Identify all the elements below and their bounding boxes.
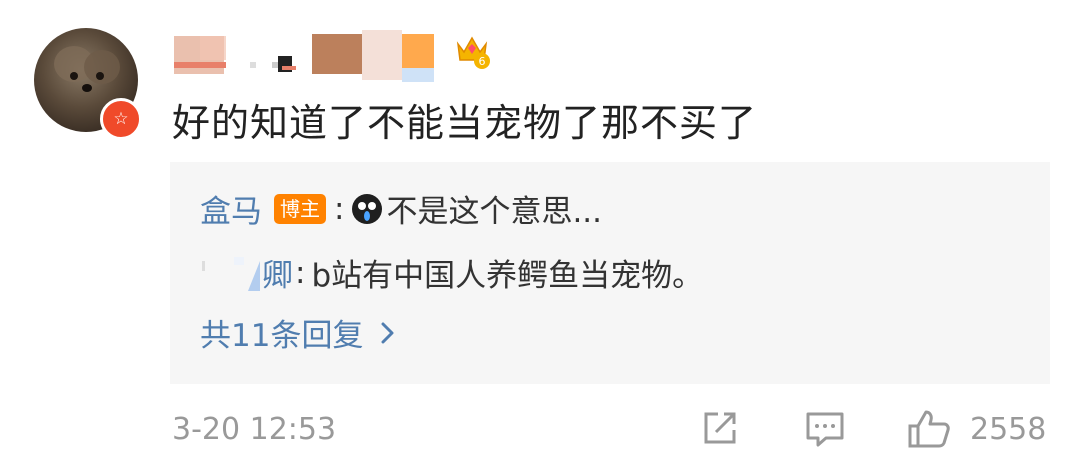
view-all-replies-label: 共11条回复 xyxy=(200,318,364,354)
share-icon[interactable] xyxy=(700,408,740,448)
avatar-eye xyxy=(70,72,78,80)
comment-text: 好的知道了不能当宠物了那不买了 xyxy=(172,101,758,145)
vip-badge-icon: ☆ xyxy=(100,98,142,140)
level-number: 6 xyxy=(479,55,486,68)
reply-separator: : xyxy=(295,254,306,291)
reply-author[interactable]: 盒马 xyxy=(200,186,262,231)
chevron-right-icon xyxy=(381,322,394,343)
username-obscured[interactable] xyxy=(170,22,490,82)
like-count: 2558 xyxy=(970,412,1047,447)
avatar-eye xyxy=(96,72,104,80)
reply-item[interactable]: 盒马 博主 : 不是这个意思... xyxy=(200,186,602,231)
like-icon[interactable] xyxy=(906,408,952,450)
reply-item[interactable]: 卿 : b站有中国人养鳄鱼当宠物。 xyxy=(200,250,703,295)
reply-separator: : xyxy=(334,190,345,227)
comment-timestamp: 3-20 12:53 xyxy=(172,412,337,447)
crying-emoji-icon xyxy=(352,193,383,224)
crown-level-icon: 6 xyxy=(456,36,490,69)
avatar-nose xyxy=(82,84,92,92)
reply-text: 不是这个意思... xyxy=(386,194,603,230)
view-all-replies-link[interactable]: 共11条回复 xyxy=(200,310,403,355)
comment-icon[interactable] xyxy=(804,408,846,448)
host-tag-badge: 博主 xyxy=(274,193,326,224)
reply-author-obscured[interactable] xyxy=(200,250,266,293)
reply-text: b站有中国人养鳄鱼当宠物。 xyxy=(311,258,704,294)
reply-author[interactable]: 卿 xyxy=(262,250,293,295)
